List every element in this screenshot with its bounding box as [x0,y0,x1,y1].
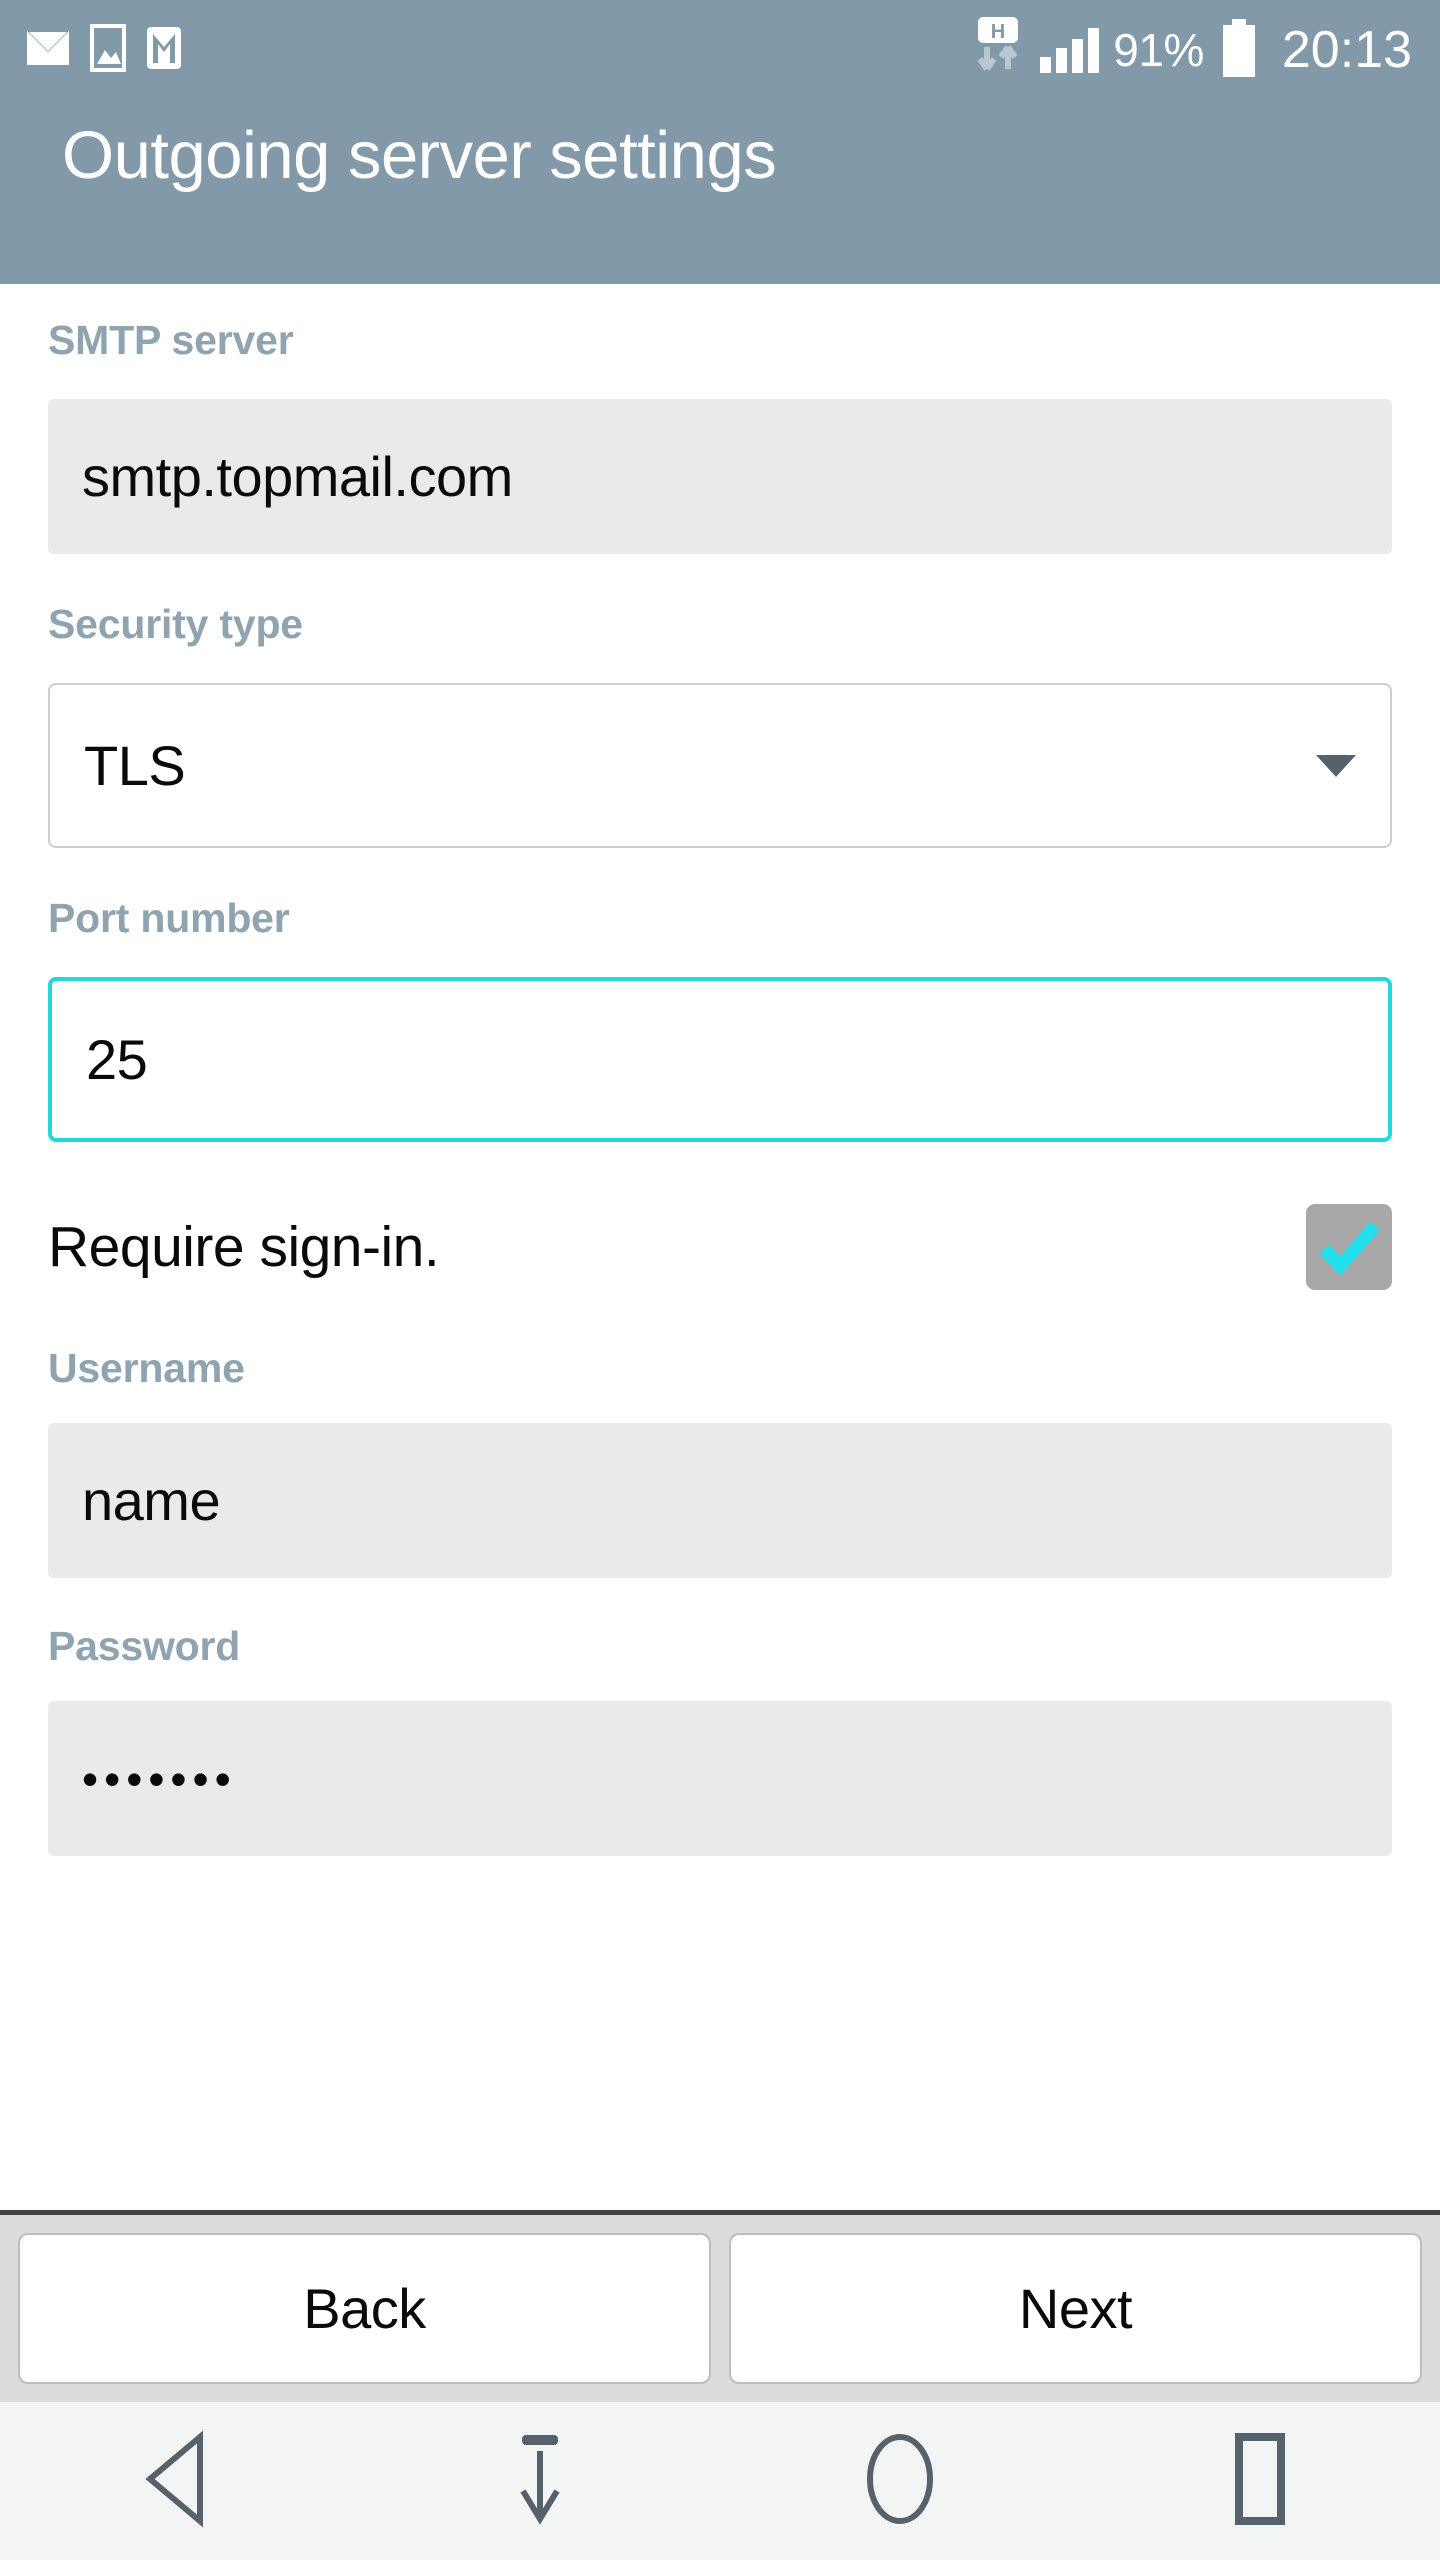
settings-form: SMTP server smtp.topmail.com Security ty… [0,284,1440,2210]
port-number-label: Port number [48,895,290,941]
smtp-server-label: SMTP server [48,317,294,363]
require-signin-checkbox[interactable] [1306,1204,1392,1290]
signal-strength-icon [1040,27,1100,73]
status-bar-notifications [26,23,182,77]
field-group-password: Password ••••••• [48,1626,1392,1856]
require-signin-label: Require sign-in. [48,1214,440,1279]
image-icon [90,23,126,77]
chevron-down-icon [1316,754,1356,777]
field-group-security-type: Security type TLS [48,604,1392,848]
field-group-smtp-server: SMTP server smtp.topmail.com [48,320,1392,554]
page-title: Outgoing server settings [62,118,777,193]
battery-percent-label: 91% [1113,24,1204,76]
username-label: Username [48,1345,245,1391]
smtp-server-input[interactable]: smtp.topmail.com [48,399,1392,554]
password-label: Password [48,1623,241,1669]
nav-hide-keyboard-button[interactable] [360,2402,720,2560]
next-button[interactable]: Next [729,2233,1422,2384]
home-circle-icon [856,2431,944,2532]
username-value: name [82,1468,221,1532]
clock-label: 20:13 [1281,21,1412,79]
wizard-button-bar: Back Next [0,2210,1440,2402]
smtp-server-value: smtp.topmail.com [82,444,513,508]
status-bar-system: H 91% 20:13 [970,16,1412,84]
username-input[interactable]: name [48,1423,1392,1578]
hspa-data-icon: H [970,16,1026,84]
recents-square-icon [1220,2431,1300,2532]
svg-text:H: H [991,21,1005,43]
field-group-username: Username name [48,1348,1392,1578]
gmail-icon [146,26,182,75]
port-number-value: 25 [86,1027,148,1091]
nav-recents-button[interactable] [1080,2402,1440,2560]
security-type-dropdown[interactable]: TLS [48,683,1392,848]
nav-home-button[interactable] [720,2402,1080,2560]
password-input[interactable]: ••••••• [48,1701,1392,1856]
field-group-port-number: Port number 25 [48,898,1392,1142]
battery-icon [1218,18,1260,82]
back-triangle-icon [136,2430,224,2532]
nav-back-button[interactable] [0,2402,360,2560]
envelope-icon [26,30,70,71]
android-nav-bar [0,2402,1440,2560]
require-signin-row[interactable]: Require sign-in. [48,1204,1392,1290]
phone-screen: H 91% 20:13 Outgoing server settings SMT… [0,0,1440,2560]
app-header: Outgoing server settings [0,100,1440,284]
hide-keyboard-icon [500,2431,580,2532]
status-bar: H 91% 20:13 [0,0,1440,100]
security-type-label: Security type [48,601,303,647]
security-type-value: TLS [84,733,186,797]
back-button[interactable]: Back [18,2233,711,2384]
password-value: ••••••• [82,1752,237,1805]
port-number-input[interactable]: 25 [48,977,1392,1142]
